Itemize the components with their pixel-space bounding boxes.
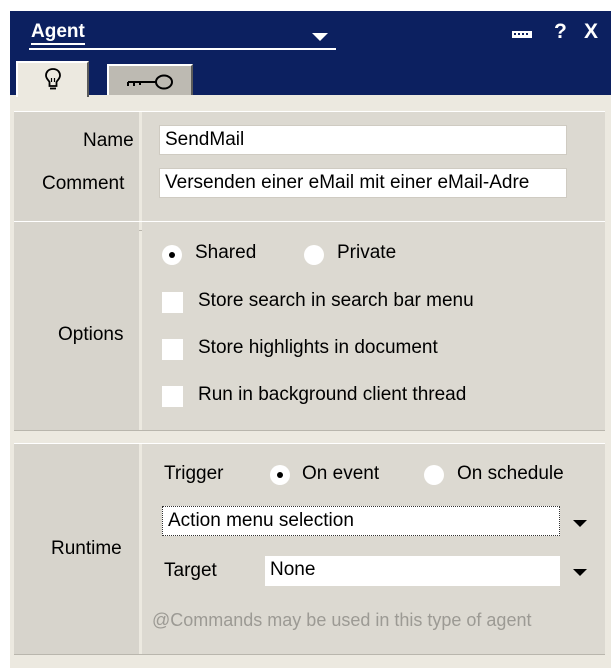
store-highlights-checkbox[interactable] [162,339,183,360]
target-label: Target [164,560,217,581]
store-highlights-label: Store highlights in document [198,337,438,358]
run-background-checkbox[interactable] [162,386,183,407]
private-radio[interactable] [304,245,324,265]
target-dropdown-icon[interactable] [573,569,587,576]
options-label: Options [58,324,124,345]
name-label: Name [83,130,134,151]
tab-security[interactable] [107,64,193,95]
lightbulb-icon [45,68,61,90]
chevron-down-icon [312,33,328,41]
shared-radio[interactable] [162,245,182,265]
agent-properties-panel: Agent ? X Name SendMail Comment Versende… [10,11,611,668]
store-search-checkbox[interactable] [162,292,183,313]
panel-title: Agent [31,21,85,45]
close-button[interactable]: X [584,19,598,45]
basics-section: Name SendMail Comment Versenden einer eM… [14,111,605,231]
comment-field[interactable]: Versenden einer eMail mit einer eMail-Ad… [159,168,567,198]
key-icon [127,74,173,90]
comment-label: Comment [42,173,125,194]
tab-basics[interactable] [16,61,89,97]
pin-icon[interactable] [512,31,532,39]
panel-type-dropdown[interactable]: Agent [29,20,336,50]
runtime-label: Runtime [51,538,122,559]
store-search-label: Store search in search bar menu [198,290,474,311]
commands-hint: @Commands may be used in this type of ag… [152,610,532,630]
on-schedule-label: On schedule [457,463,564,484]
target-select-value: None [270,559,316,580]
private-label: Private [337,242,397,263]
trigger-select-value: Action menu selection [168,510,354,531]
runtime-section: Runtime Trigger On event On schedule Act… [14,443,605,655]
on-event-label: On event [302,463,380,484]
target-select[interactable]: None [265,556,560,586]
on-event-radio[interactable] [270,465,290,485]
shared-label: Shared [195,242,257,263]
trigger-dropdown-icon[interactable] [573,520,587,527]
title-bar: Agent ? X [10,11,611,97]
trigger-label: Trigger [164,463,224,484]
name-field[interactable]: SendMail [159,125,567,155]
options-section: Options Shared Private Store search in s… [14,221,605,431]
help-button[interactable]: ? [554,19,567,45]
trigger-select[interactable]: Action menu selection [162,506,560,536]
run-background-label: Run in background client thread [198,384,467,405]
on-schedule-radio[interactable] [424,465,444,485]
